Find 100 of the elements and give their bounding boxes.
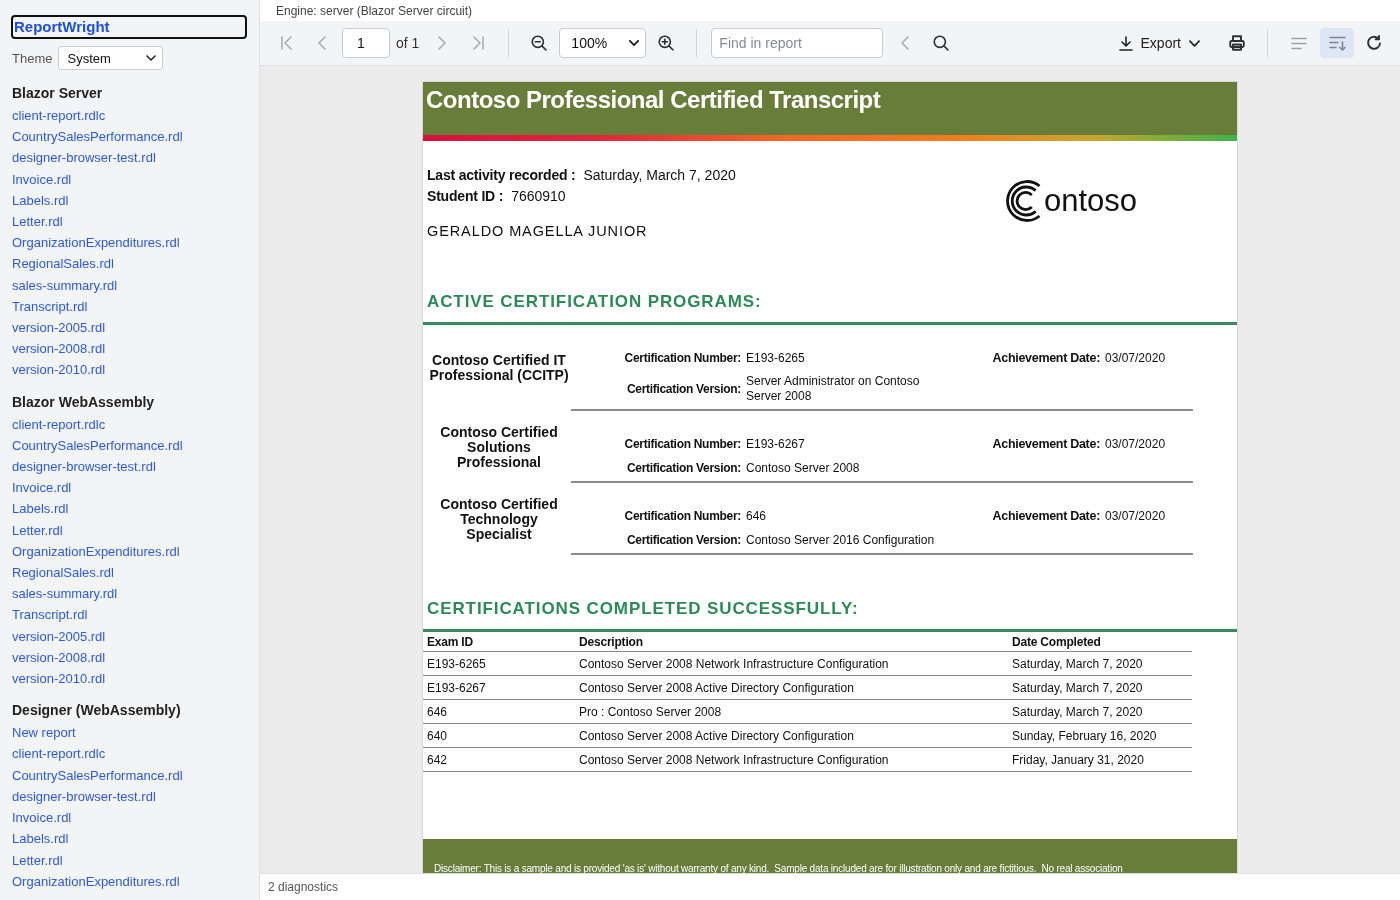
cert-label: Achievement Date: xyxy=(992,350,1100,366)
download-icon xyxy=(1118,35,1133,51)
column-header: Exam ID xyxy=(423,632,575,652)
report-link[interactable]: version-2010.rdl xyxy=(11,668,106,690)
diagnostics-count: 2 diagnostics xyxy=(268,880,339,894)
first-page-icon xyxy=(280,36,292,50)
table-cell: E193-6265 xyxy=(423,651,575,676)
page-number-field[interactable]: 1 xyxy=(342,28,390,58)
text-lines-icon xyxy=(1291,36,1307,50)
table-cell: Saturday, March 7, 2020 xyxy=(1008,699,1192,724)
report-link[interactable]: client-report.rdlc xyxy=(11,105,106,127)
table-cell: Contoso Server 2008 Network Infrastructure Configuration xyxy=(575,747,1008,772)
table-cell: Sunday, February 16, 2020 xyxy=(1008,723,1192,748)
zoom-out-icon xyxy=(531,35,548,51)
program-name: Contoso Certified IT Professional (CCITP) xyxy=(428,353,570,383)
zoom-select[interactable]: 100% xyxy=(559,28,647,58)
report-link[interactable]: CountrySalesPerformance.rdl xyxy=(11,126,183,148)
cert-value: 03/07/2020 xyxy=(1105,508,1166,524)
chevron-down-icon xyxy=(1189,39,1200,47)
cert-value: E193-6265 xyxy=(746,349,805,366)
group-heading: Designer (WebAssembly) xyxy=(11,701,181,720)
report-link[interactable]: OrganizationExpenditures.rdl xyxy=(11,232,180,254)
search-icon xyxy=(933,35,950,51)
cert-label: Certification Version: xyxy=(626,460,741,476)
cert-label: Certification Version: xyxy=(626,532,741,548)
report-link[interactable]: designer-browser-test.rdl xyxy=(11,147,156,169)
column-header: Description xyxy=(575,632,1008,652)
report-link[interactable]: CountrySalesPerformance.rdl xyxy=(11,434,183,457)
report-link[interactable]: designer-browser-test.rdl xyxy=(11,456,156,478)
field-label: Last activity recorded : xyxy=(427,166,576,185)
table-cell: Contoso Server 2008 Network Infrastructure Configuration xyxy=(575,651,1008,676)
report-link[interactable]: client-report.rdlc xyxy=(11,413,106,435)
chevron-down-icon xyxy=(146,55,157,61)
cert-value: 03/07/2020 xyxy=(1105,350,1166,366)
report-link[interactable]: Labels.rdl xyxy=(11,828,69,850)
report-link[interactable]: Letter.rdl xyxy=(11,519,63,541)
group-heading: Blazor Server xyxy=(11,84,103,102)
report-link[interactable]: Invoice.rdl xyxy=(11,477,72,499)
report-link[interactable]: OrganizationExpenditures.rdl xyxy=(11,870,180,892)
app-title-link[interactable]: ReportWright xyxy=(11,15,247,39)
cert-label: Certification Version: xyxy=(626,381,741,397)
table-cell: Saturday, March 7, 2020 xyxy=(1008,651,1192,676)
cert-value: 03/07/2020 xyxy=(1105,436,1166,452)
report-link[interactable]: Invoice.rdl xyxy=(11,807,72,829)
report-link[interactable]: sales-summary.rdl xyxy=(11,274,118,296)
report-link[interactable]: Letter.rdl xyxy=(11,849,63,871)
report-link[interactable]: OrganizationExpenditures.rdl xyxy=(11,540,180,563)
chevron-left-icon xyxy=(901,36,910,50)
report-link[interactable]: Invoice.rdl xyxy=(11,168,72,190)
logo-wordmark: ontoso xyxy=(1043,183,1137,219)
report-link[interactable]: version-2005.rdl xyxy=(11,317,106,339)
report-link[interactable]: Labels.rdl xyxy=(11,498,69,520)
last-page-icon xyxy=(472,36,484,50)
arcs-logo-icon xyxy=(1004,178,1043,224)
section-heading: ACTIVE CERTIFICATION PROGRAMS: xyxy=(427,292,762,311)
table-cell: 646 xyxy=(423,699,575,724)
report-link[interactable]: Transcript.rdl xyxy=(11,295,88,318)
cert-label: Achievement Date: xyxy=(992,436,1100,452)
cert-label: Achievement Date: xyxy=(992,508,1100,524)
report-link[interactable]: designer-browser-test.rdl xyxy=(11,785,156,808)
cert-value: E193-6267 xyxy=(746,435,805,452)
printer-icon xyxy=(1229,35,1245,51)
export-button[interactable]: Export xyxy=(1110,28,1208,58)
cert-value: Contoso Server 2008 xyxy=(746,460,860,476)
report-link[interactable]: Transcript.rdl xyxy=(11,604,88,626)
report-link[interactable]: version-2010.rdl xyxy=(11,359,106,381)
report-link[interactable]: Letter.rdl xyxy=(11,211,63,233)
student-name: GERALDO MAGELLA JUNIOR xyxy=(427,223,648,239)
lines-arrow-icon xyxy=(1328,35,1346,51)
table-cell: Saturday, March 7, 2020 xyxy=(1008,675,1192,700)
table-cell: E193-6267 xyxy=(423,675,575,700)
find-field[interactable]: Find in report xyxy=(711,28,884,58)
report-link[interactable]: RegionalSales.rdl xyxy=(11,253,114,275)
section-heading: CERTIFICATIONS COMPLETED SUCCESSFULLY: xyxy=(427,599,859,618)
report-link[interactable]: sales-summary.rdl xyxy=(11,583,118,605)
report-link[interactable]: version-2008.rdl xyxy=(11,338,106,360)
cert-label: Certification Number: xyxy=(624,507,741,524)
report-link[interactable]: Labels.rdl xyxy=(11,189,69,211)
group-heading: Blazor WebAssembly xyxy=(11,392,155,411)
report-link[interactable]: client-report.rdlc xyxy=(11,743,106,765)
column-header: Date Completed xyxy=(1008,632,1192,652)
theme-select[interactable]: System xyxy=(58,46,164,70)
field-value: Saturday, March 7, 2020 xyxy=(583,166,736,185)
program-name: Contoso Certified Technology Specialist xyxy=(439,496,559,542)
field-label: Student ID : xyxy=(427,187,504,206)
table-cell: Pro : Contoso Server 2008 xyxy=(575,699,1008,724)
program-name: Contoso Certified Solutions Professional xyxy=(439,424,559,470)
engine-caption: Engine: server (Blazor Server circuit) xyxy=(276,3,473,18)
cert-value: 646 xyxy=(746,507,767,524)
table-cell: Contoso Server 2008 Active Directory Configuration xyxy=(575,723,1008,748)
cert-value: Server Administrator on Contoso Server 2008 xyxy=(746,374,921,404)
report-link[interactable]: version-2005.rdl xyxy=(11,625,106,647)
cert-label: Certification Number: xyxy=(624,435,741,452)
cert-label: Certification Number: xyxy=(624,349,741,366)
report-link[interactable]: RegionalSales.rdl xyxy=(11,562,114,584)
report-link[interactable]: CountrySalesPerformance.rdl xyxy=(11,764,183,786)
field-value: 7660910 xyxy=(511,187,566,206)
report-link[interactable]: version-2008.rdl xyxy=(11,646,106,669)
table-cell: 640 xyxy=(423,723,575,748)
report-link[interactable]: New report xyxy=(11,722,76,744)
